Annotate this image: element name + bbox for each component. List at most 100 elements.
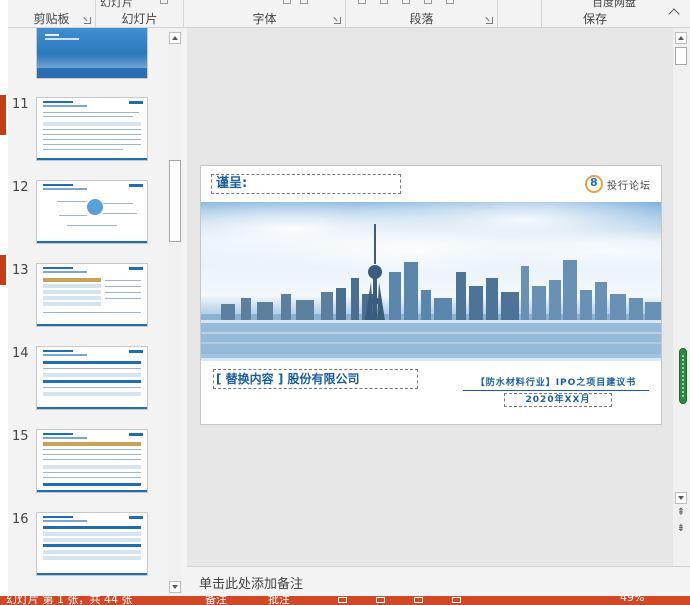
thumbnail-logo: [129, 433, 143, 436]
thumbnail-line: [43, 112, 139, 113]
thumbnail-city: [37, 54, 147, 68]
slide-thumbnail[interactable]: [8, 28, 170, 98]
thumbnail-row: [43, 284, 101, 288]
thumbnail-line: [43, 188, 87, 190]
normal-view-icon[interactable]: [338, 597, 347, 603]
thumbnail-line: [57, 201, 87, 202]
slide-sorter-icon[interactable]: [376, 597, 385, 603]
thumbnail-line: [43, 350, 73, 352]
slide-editor[interactable]: 谨呈: 投行论坛: [187, 28, 676, 566]
slide-count: 幻灯片 第 1 张，共 44 张: [6, 596, 133, 605]
thumbnail-preview: [36, 429, 148, 493]
thumbnail-row: [43, 526, 141, 529]
current-slide[interactable]: 谨呈: 投行论坛: [200, 165, 662, 425]
thumbnail-scrollbar[interactable]: [168, 30, 182, 596]
thumbnail-logo: [129, 516, 143, 519]
thumbnail-line: [43, 387, 141, 388]
scroll-down-icon[interactable]: [169, 581, 181, 593]
skyline-silhouette: [201, 224, 661, 358]
thumbnail-line: [45, 34, 59, 36]
thumbnail-footer: [37, 407, 147, 409]
notes-placeholder[interactable]: 单击此处添加备注: [199, 573, 303, 592]
date-textbox[interactable]: 2020年XX月: [504, 393, 612, 407]
slide-thumbnail[interactable]: 11: [8, 97, 170, 167]
notes-button[interactable]: 备注: [205, 596, 227, 605]
window-left-edge: [0, 0, 8, 605]
collapse-ribbon-icon[interactable]: [668, 8, 680, 20]
scroll-up-icon[interactable]: [675, 32, 687, 44]
thumbnail-logo: [129, 184, 143, 187]
slide-thumbnail-pane[interactable]: 11 12 13 14 15 16: [8, 28, 186, 596]
thumbnail-row: [43, 532, 141, 536]
status-bar: 幻灯片 第 1 张，共 44 张 备注 批注 49%: [0, 596, 690, 605]
thumbnail-line: [43, 116, 133, 117]
thumbnail-line: [43, 433, 73, 435]
zoom-level[interactable]: 49%: [620, 596, 644, 604]
slide-number: 14: [12, 346, 29, 361]
project-title[interactable]: 【防水材料行业】IPO之项目建议书: [463, 375, 649, 391]
thumbnail-line: [43, 472, 141, 473]
thumbnail-preview: [36, 512, 148, 576]
thumbnail-line: [59, 215, 87, 216]
company-textbox[interactable]: [ 替换内容 ] 股份有限公司: [213, 369, 418, 389]
zoom-handle[interactable]: [679, 348, 687, 404]
group-label: 字体: [252, 12, 277, 26]
thumbnail-preview: [36, 28, 148, 79]
scroll-down-icon[interactable]: [675, 492, 687, 504]
scrollbar-thumb[interactable]: [169, 160, 181, 242]
thumbnail-preview: [36, 97, 148, 161]
slide-thumbnail[interactable]: 14: [8, 346, 170, 416]
thumbnail-line: [43, 105, 87, 107]
thumbnail-line: [105, 286, 141, 287]
thumbnail-footer: [37, 241, 147, 243]
thumbnail-hub: [87, 199, 103, 215]
slide-thumbnail[interactable]: 12: [8, 180, 170, 250]
thumbnail-line: [43, 101, 73, 103]
thumbnail-line: [43, 149, 123, 150]
brand-logo: 投行论坛: [585, 174, 651, 194]
clipboard-launcher-icon[interactable]: [84, 17, 91, 24]
scrollbar-thumb[interactable]: [675, 47, 687, 65]
editor-scrollbar[interactable]: ⇞ ⇟: [673, 28, 689, 566]
ribbon: 幻灯片 百度网盘 剪贴板 幻灯片 字体 段落 保存: [8, 0, 690, 28]
group-label: 保存: [582, 12, 607, 26]
slideshow-icon[interactable]: [452, 597, 461, 603]
slide-thumbnail[interactable]: 16: [8, 512, 170, 582]
thumbnail-row: [43, 538, 141, 542]
thumbnail-line: [43, 516, 73, 518]
notes-pane[interactable]: 单击此处添加备注: [187, 566, 690, 596]
next-slide-icon[interactable]: ⇟: [675, 524, 687, 536]
thumbnail-line: [43, 129, 141, 130]
thumbnail-line: [43, 354, 87, 356]
paragraph-launcher-icon[interactable]: [486, 17, 493, 24]
brand-mark-icon: [585, 175, 603, 193]
thumbnail-row: [43, 483, 141, 486]
group-slides: 幻灯片: [96, 0, 184, 28]
group-font: 字体: [184, 0, 346, 28]
thumbnail-line: [67, 225, 117, 226]
thumbnail-line: [45, 38, 79, 40]
thumbnail-logo: [129, 350, 143, 353]
comments-button[interactable]: 批注: [268, 596, 290, 605]
thumbnail-row: [43, 465, 141, 469]
thumbnail-line: [43, 437, 87, 439]
slide-thumbnail[interactable]: 15: [8, 429, 170, 499]
slide-thumbnail[interactable]: 13: [8, 263, 170, 333]
thumbnail-line: [43, 449, 141, 450]
thumbnail-line: [103, 213, 137, 214]
previous-slide-icon[interactable]: ⇞: [675, 508, 687, 520]
left-accent-stripe: [0, 255, 6, 285]
scroll-up-icon[interactable]: [169, 32, 181, 44]
decorative-band: [201, 358, 661, 361]
thumbnail-footer: [37, 490, 147, 492]
skyline-image[interactable]: [201, 202, 661, 358]
thumbnail-line: [43, 454, 141, 455]
recipient-textbox[interactable]: 谨呈:: [211, 174, 401, 194]
reading-view-icon[interactable]: [414, 597, 423, 603]
thumbnail-row: [43, 556, 141, 560]
brand-name: 投行论坛: [607, 180, 651, 192]
thumbnail-row: [43, 296, 101, 300]
thumbnail-line: [43, 139, 141, 140]
font-launcher-icon[interactable]: [334, 17, 341, 24]
thumbnail-line: [43, 267, 73, 269]
